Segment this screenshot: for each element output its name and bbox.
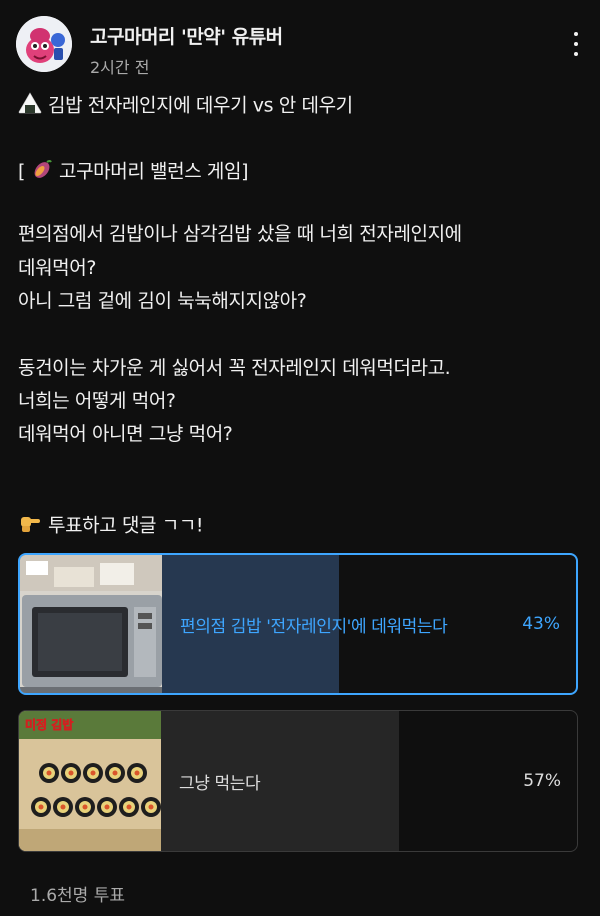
poll-option-microwave[interactable]: 편의점 김밥 '전자레인지'에 데워먹는다 43% bbox=[18, 553, 578, 695]
post-body-line-4: 동건이는 차가운 게 싫어서 꼭 전자레인지 데워먹더라고. bbox=[18, 357, 451, 379]
poll-option-no-heat[interactable]: 미정 김밥 그냥 먹는다 57% bbox=[18, 710, 578, 852]
post-tag: [ 고구마머리 밸런스 게임] bbox=[18, 158, 249, 186]
kimbap-thumbnail-caption: 미정 김밥 bbox=[25, 717, 73, 732]
call-to-action: 투표하고 댓글 ㄱㄱ! bbox=[18, 512, 204, 540]
more-vert-icon[interactable] bbox=[564, 24, 588, 64]
sweet-potato-icon bbox=[31, 158, 53, 186]
vote-count: 1.6천명 투표 bbox=[30, 886, 125, 906]
call-to-action-text: 투표하고 댓글 ㄱㄱ! bbox=[48, 514, 204, 537]
post-tag-text: 고구마머리 밸런스 게임 bbox=[59, 160, 242, 183]
pointing-hand-icon bbox=[18, 512, 42, 540]
post-body-line-3: 아니 그럼 겉에 김이 눅눅해지지않아? bbox=[18, 290, 307, 312]
poll-option-2-percent: 57% bbox=[523, 771, 561, 791]
poll-option-2-label: 그냥 먹는다 bbox=[179, 773, 261, 794]
post-body-line-1: 편의점에서 김밥이나 삼각김밥 샀을 때 너희 전자레인지에 bbox=[18, 223, 462, 245]
channel-avatar[interactable] bbox=[16, 16, 72, 72]
tag-bracket-open: [ bbox=[18, 160, 26, 183]
post-timestamp: 2시간 전 bbox=[90, 58, 150, 77]
post-header: 고구마머리 '만약' 유튜버 2시간 전 bbox=[16, 14, 590, 77]
riceball-icon bbox=[18, 92, 42, 120]
channel-name[interactable]: 고구마머리 '만약' 유튜버 bbox=[90, 22, 283, 49]
tag-bracket-close: ] bbox=[241, 160, 249, 183]
kimbap-thumbnail: 미정 김밥 bbox=[19, 711, 161, 851]
post-title: 김밥 전자레인지에 데우기 vs 안 데우기 bbox=[18, 92, 353, 120]
poll-option-1-label: 편의점 김밥 '전자레인지'에 데워먹는다 bbox=[180, 616, 448, 637]
post-title-text: 김밥 전자레인지에 데우기 vs 안 데우기 bbox=[48, 94, 353, 117]
post-body-line-5: 너희는 어떻게 먹어? bbox=[18, 390, 176, 412]
microwave-thumbnail bbox=[20, 555, 162, 693]
poll-option-1-percent: 43% bbox=[522, 614, 560, 634]
post-body-line-6: 데워먹어 아니면 그냥 먹어? bbox=[18, 423, 233, 445]
post-body-line-2: 데워먹어? bbox=[18, 257, 97, 279]
